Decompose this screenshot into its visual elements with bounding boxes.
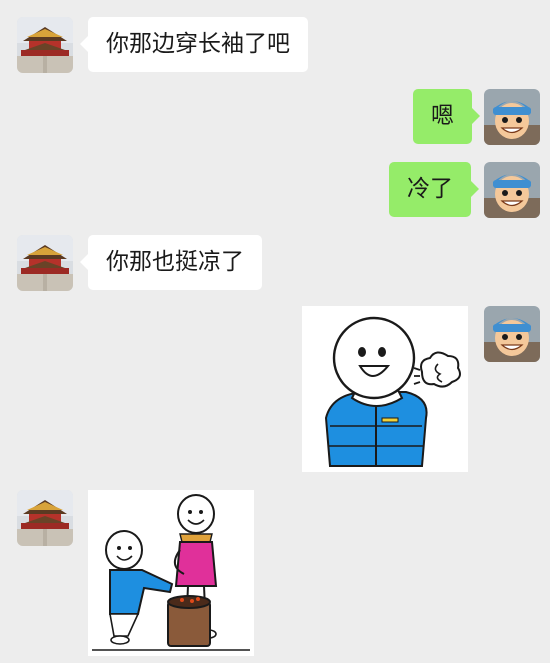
message-text: 你那边穿长袖了吧 [106, 31, 290, 57]
chat-conversation: 你那边穿长袖了吧 嗯 冷了 你那也挺凉了 [0, 0, 550, 663]
incoming-sticker[interactable] [88, 490, 254, 656]
outgoing-message-bubble[interactable]: 冷了 [389, 162, 479, 217]
palace-avatar-icon [17, 17, 73, 73]
contact-avatar[interactable] [17, 235, 73, 291]
self-avatar[interactable] [484, 162, 540, 218]
incoming-message-bubble[interactable]: 你那也挺凉了 [80, 235, 262, 290]
contact-avatar[interactable] [17, 490, 73, 546]
outgoing-message-bubble[interactable]: 嗯 [413, 89, 480, 144]
contact-avatar[interactable] [17, 17, 73, 73]
self-avatar[interactable] [484, 306, 540, 362]
palace-avatar-icon [17, 490, 73, 546]
two-people-warming-by-fire-bucket-sticker [88, 490, 254, 656]
cartoon-boy-avatar-icon [484, 89, 540, 145]
palace-avatar-icon [17, 235, 73, 291]
cartoon-boy-avatar-icon [484, 306, 540, 362]
incoming-message-bubble[interactable]: 你那边穿长袖了吧 [80, 17, 308, 72]
outgoing-sticker[interactable] [302, 306, 468, 472]
message-text: 你那也挺凉了 [106, 249, 244, 275]
cartoon-boy-avatar-icon [484, 162, 540, 218]
self-avatar[interactable] [484, 89, 540, 145]
message-text: 冷了 [407, 176, 453, 202]
message-text: 嗯 [431, 103, 454, 129]
person-in-blue-puffer-jacket-sighing-sticker [302, 306, 468, 472]
